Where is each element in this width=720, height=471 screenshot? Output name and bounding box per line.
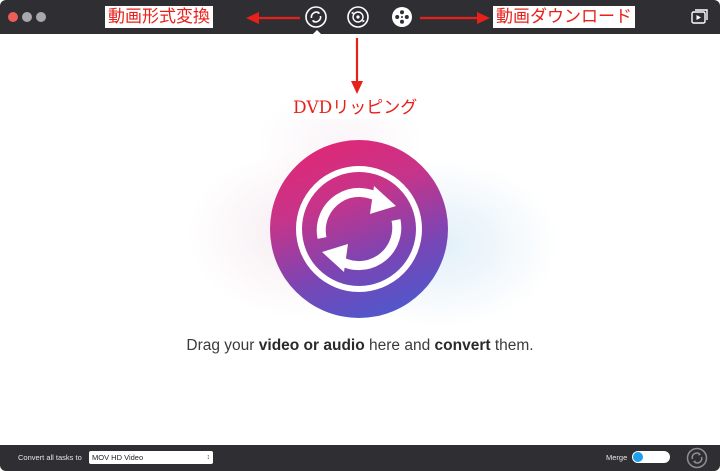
- toggle-knob: [633, 452, 643, 462]
- convert-all-label: Convert all tasks to: [18, 453, 82, 462]
- close-window-button[interactable]: [8, 12, 18, 22]
- convert-icon: [305, 6, 327, 28]
- drop-instructions: Drag your video or audio here and conver…: [186, 337, 534, 354]
- add-media-button[interactable]: [270, 140, 448, 318]
- format-value: MOV HD Video: [92, 453, 144, 462]
- start-convert-button[interactable]: [686, 447, 708, 469]
- app-window: Drag your video or audio here and conver…: [0, 0, 720, 471]
- merge-toggle[interactable]: [632, 451, 670, 463]
- annotation-download: 動画ダウンロード: [493, 6, 635, 28]
- convert-start-icon: [686, 447, 708, 469]
- convert-arrows-icon: [296, 166, 422, 292]
- bottom-bar: Convert all tasks to MOV HD Video ↕ Merg…: [0, 445, 720, 471]
- tab-download[interactable]: [390, 5, 414, 29]
- tab-convert[interactable]: [304, 5, 328, 29]
- dvd-rip-icon: [347, 6, 369, 28]
- annotation-dvd: DVDリッピング: [290, 97, 421, 119]
- media-browser-icon: [691, 9, 708, 24]
- tab-dvd-rip[interactable]: [346, 5, 370, 29]
- output-format-select[interactable]: MOV HD Video ↕: [89, 451, 213, 464]
- drop-area[interactable]: Drag your video or audio here and conver…: [0, 34, 720, 445]
- merge-label: Merge: [606, 453, 628, 462]
- chevron-updown-icon: ↕: [206, 454, 211, 461]
- zoom-window-button[interactable]: [36, 12, 46, 22]
- minimize-window-button[interactable]: [22, 12, 32, 22]
- media-browser-button[interactable]: [690, 7, 710, 27]
- download-reel-icon: [392, 7, 412, 27]
- annotation-convert: 動画形式変換: [105, 6, 213, 28]
